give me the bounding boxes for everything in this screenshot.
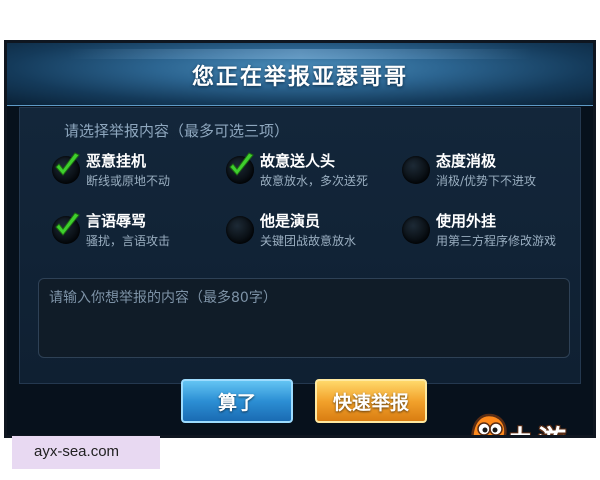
watermark: ayx-sea.com [12,436,160,469]
option-label: 他是演员 [260,212,321,230]
jiuyou-logo: 九游 [467,411,593,435]
option-cheat[interactable]: 使用外挂 用第三方程序修改游戏 [402,210,572,254]
cancel-button[interactable]: 算了 [181,379,293,423]
option-desc: 关键团战故意放水 [260,234,357,248]
option-desc: 骚扰，言语攻击 [86,234,171,248]
option-label: 言语辱骂 [86,212,147,230]
option-actor[interactable]: 他是演员 关键团战故意放水 [226,210,396,254]
watermark-text: ayx-sea.com [34,443,120,460]
checkmark-icon [229,152,254,176]
checkbox-cheat[interactable] [402,216,430,244]
option-label: 故意送人头 [260,152,336,170]
checkbox-negative[interactable] [402,156,430,184]
option-label: 恶意挂机 [86,152,147,170]
dialog-header: 您正在举报亚瑟哥哥 [7,43,593,106]
instruction-text: 请选择举报内容（最多可选三项） [64,122,290,140]
jiuyou-mascot-icon [471,413,507,435]
option-desc: 用第三方程序修改游戏 [436,234,557,248]
option-feeding[interactable]: 故意送人头 故意放水，多次送死 [226,150,396,194]
checkmark-icon [55,212,80,236]
dialog-title: 您正在举报亚瑟哥哥 [191,65,408,90]
checkmark-icon [55,152,80,176]
option-label: 使用外挂 [436,212,497,230]
option-desc: 消极/优势下不进攻 [436,174,537,188]
option-desc: 故意放水，多次送死 [260,174,369,188]
option-abuse[interactable]: 言语辱骂 骚扰，言语攻击 [52,210,222,254]
dialog-body: 请选择举报内容（最多可选三项） 恶意挂机 断线或原地不动 故意送人头 故意放水，… [19,107,581,384]
checkbox-actor[interactable] [226,216,254,244]
option-afk[interactable]: 恶意挂机 断线或原地不动 [52,150,222,194]
option-label: 态度消极 [436,152,497,170]
logo-text: 九游 [509,419,567,435]
option-negative[interactable]: 态度消极 消极/优势下不进攻 [402,150,572,194]
quick-report-button[interactable]: 快速举报 [315,379,427,423]
checkbox-abuse[interactable] [52,212,80,244]
option-desc: 断线或原地不动 [86,174,171,188]
checkbox-afk[interactable] [52,152,80,184]
checkbox-feeding[interactable] [226,152,254,184]
report-dialog: 您正在举报亚瑟哥哥 请选择举报内容（最多可选三项） 恶意挂机 断线或原地不动 故… [4,40,596,438]
report-content-input[interactable]: 请输入你想举报的内容（最多80字） [38,278,570,358]
